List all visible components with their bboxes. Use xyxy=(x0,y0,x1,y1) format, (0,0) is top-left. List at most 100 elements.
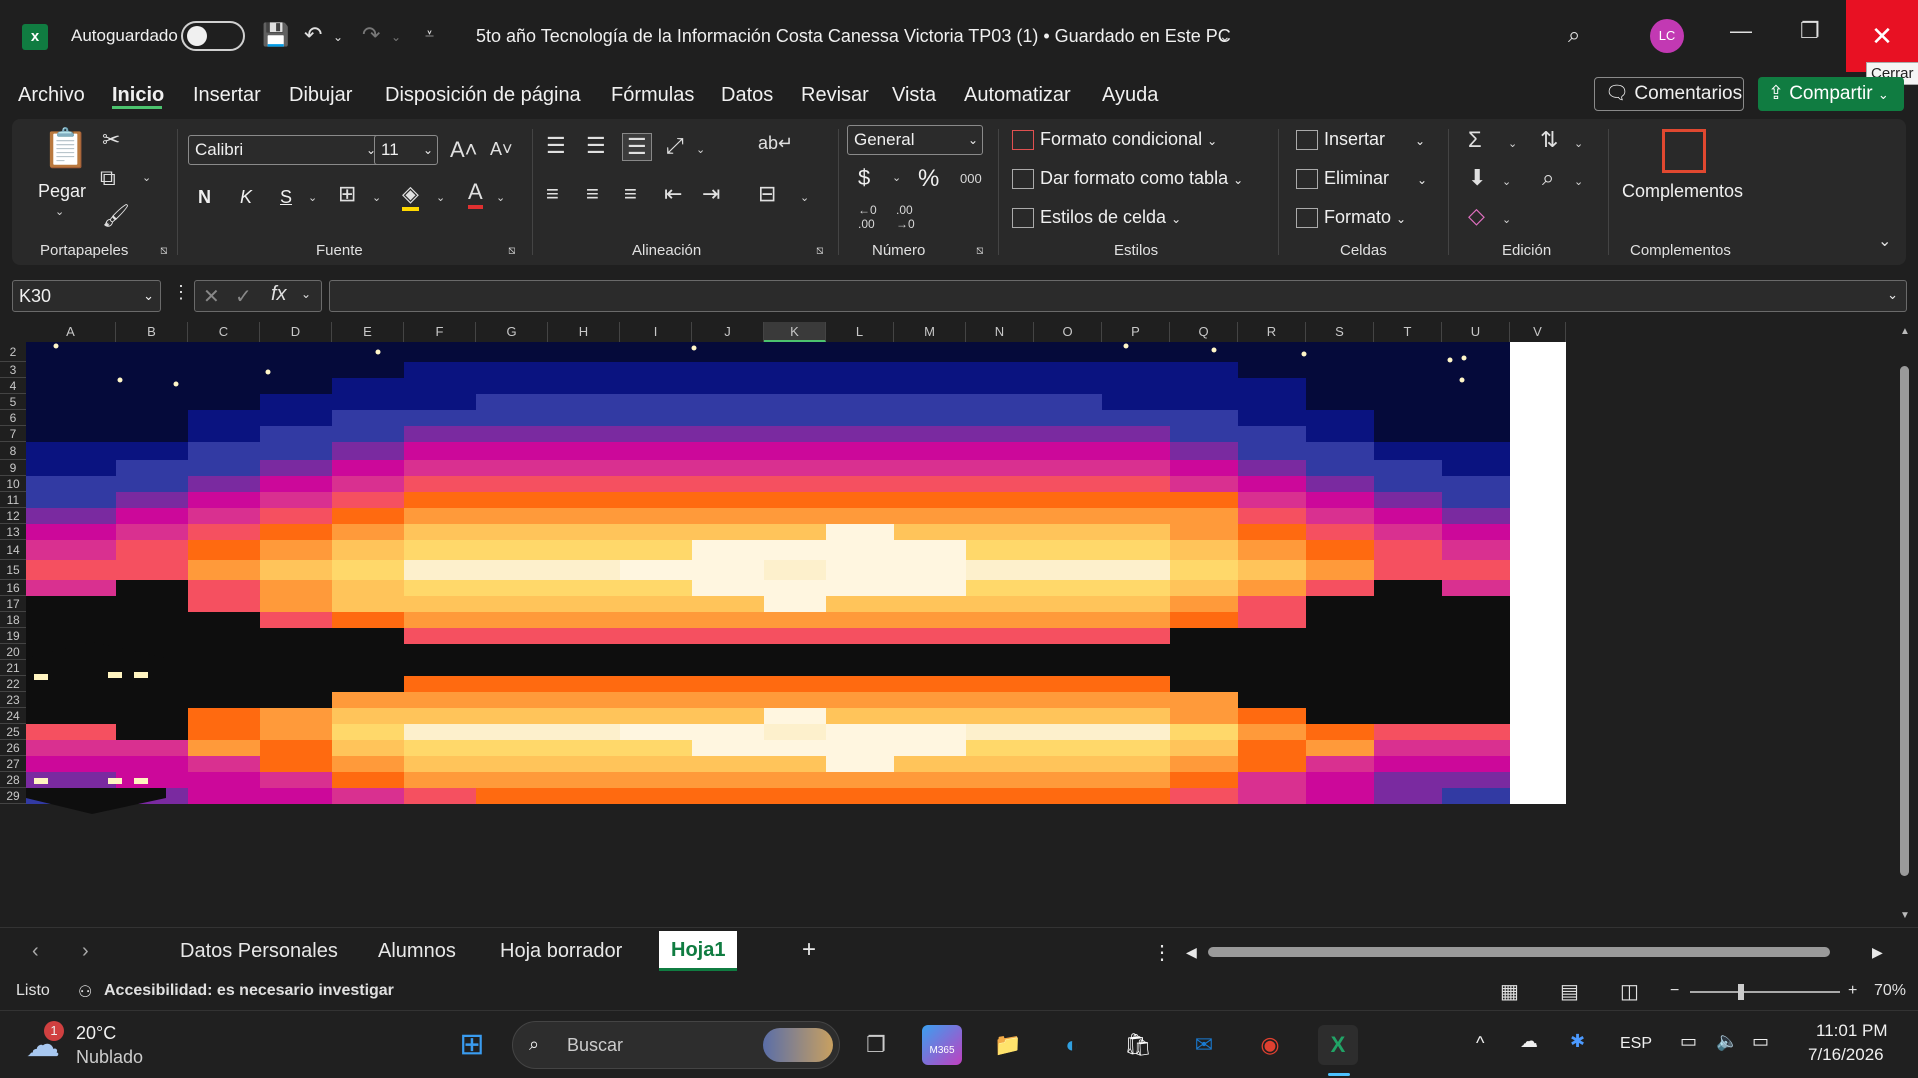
art-cell[interactable] xyxy=(548,660,620,676)
art-cell[interactable] xyxy=(26,460,116,476)
art-cell[interactable] xyxy=(548,508,620,524)
art-cell[interactable] xyxy=(1238,772,1306,788)
art-cell[interactable] xyxy=(332,460,404,476)
art-cell[interactable] xyxy=(26,362,116,378)
sort-dropdown-icon[interactable]: ⌄ xyxy=(1574,137,1583,150)
art-cell[interactable] xyxy=(1034,788,1102,804)
art-cell[interactable] xyxy=(188,476,260,492)
art-cell[interactable] xyxy=(260,644,332,660)
art-cell[interactable] xyxy=(26,508,116,524)
art-cell[interactable] xyxy=(1034,410,1102,426)
art-cell[interactable] xyxy=(188,410,260,426)
art-cell[interactable] xyxy=(1510,772,1566,788)
onedrive-icon[interactable]: ☁ xyxy=(1520,1031,1538,1052)
row-header[interactable]: 21 xyxy=(0,660,26,676)
art-cell[interactable] xyxy=(1374,724,1442,740)
art-cell[interactable] xyxy=(620,740,692,756)
row-header[interactable]: 15 xyxy=(0,560,26,580)
art-cell[interactable] xyxy=(404,692,476,708)
column-header[interactable]: M xyxy=(894,322,966,342)
art-cell[interactable] xyxy=(1034,772,1102,788)
art-cell[interactable] xyxy=(1102,476,1170,492)
art-cell[interactable] xyxy=(116,492,188,508)
art-cell[interactable] xyxy=(1374,524,1442,540)
art-cell[interactable] xyxy=(1306,342,1374,362)
art-cell[interactable] xyxy=(1306,740,1374,756)
art-cell[interactable] xyxy=(26,612,116,628)
find-dropdown-icon[interactable]: ⌄ xyxy=(1574,175,1583,188)
art-cell[interactable] xyxy=(1374,692,1442,708)
autosum-icon[interactable]: Σ xyxy=(1468,127,1482,153)
art-cell[interactable] xyxy=(1102,772,1170,788)
art-cell[interactable] xyxy=(1374,476,1442,492)
art-cell[interactable] xyxy=(692,660,764,676)
art-cell[interactable] xyxy=(188,708,260,724)
zoom-level[interactable]: 70% xyxy=(1874,982,1906,1000)
art-cell[interactable] xyxy=(260,410,332,426)
art-cell[interactable] xyxy=(620,772,692,788)
row-header[interactable]: 14 xyxy=(0,540,26,560)
art-cell[interactable] xyxy=(1170,612,1238,628)
row-header[interactable]: 29 xyxy=(0,788,26,804)
art-cell[interactable] xyxy=(260,394,332,410)
art-cell[interactable] xyxy=(826,692,894,708)
art-cell[interactable] xyxy=(548,756,620,772)
art-cell[interactable] xyxy=(1034,660,1102,676)
add-sheet-icon[interactable]: + xyxy=(802,936,816,964)
art-cell[interactable] xyxy=(620,724,692,740)
art-cell[interactable] xyxy=(764,660,826,676)
art-cell[interactable] xyxy=(188,580,260,596)
fill-color-icon[interactable]: ◈ xyxy=(402,181,419,211)
art-cell[interactable] xyxy=(1102,560,1170,580)
art-cell[interactable] xyxy=(1170,676,1238,692)
art-cell[interactable] xyxy=(26,426,116,442)
art-cell[interactable] xyxy=(548,342,620,362)
art-cell[interactable] xyxy=(1510,378,1566,394)
art-cell[interactable] xyxy=(1170,756,1238,772)
art-cell[interactable] xyxy=(1510,596,1566,612)
clear-icon[interactable]: ◇ xyxy=(1468,203,1485,229)
art-cell[interactable] xyxy=(764,772,826,788)
art-cell[interactable] xyxy=(1442,740,1510,756)
art-cell[interactable] xyxy=(1034,560,1102,580)
column-header[interactable]: T xyxy=(1374,322,1442,342)
art-cell[interactable] xyxy=(620,628,692,644)
art-cell[interactable] xyxy=(476,410,548,426)
column-header[interactable]: C xyxy=(188,322,260,342)
art-cell[interactable] xyxy=(188,426,260,442)
art-cell[interactable] xyxy=(1170,660,1238,676)
art-cell[interactable] xyxy=(1510,540,1566,560)
cell-styles-button[interactable]: Estilos de celda ⌄ xyxy=(1012,207,1181,229)
art-cell[interactable] xyxy=(692,362,764,378)
art-cell[interactable] xyxy=(764,492,826,508)
art-cell[interactable] xyxy=(26,476,116,492)
alignment-launcher-icon[interactable]: ⧅ xyxy=(816,243,824,258)
art-cell[interactable] xyxy=(116,708,188,724)
decrease-decimal-icon[interactable]: .00 →0 xyxy=(896,203,915,231)
art-cell[interactable] xyxy=(894,788,966,804)
zoom-slider[interactable] xyxy=(1690,984,1840,1000)
art-cell[interactable] xyxy=(548,540,620,560)
art-cell[interactable] xyxy=(188,342,260,362)
art-cell[interactable] xyxy=(260,612,332,628)
art-cell[interactable] xyxy=(620,378,692,394)
art-cell[interactable] xyxy=(692,788,764,804)
art-cell[interactable] xyxy=(548,788,620,804)
art-cell[interactable] xyxy=(1034,724,1102,740)
art-cell[interactable] xyxy=(692,756,764,772)
art-cell[interactable] xyxy=(764,394,826,410)
tab-vista[interactable]: Vista xyxy=(892,84,936,107)
art-cell[interactable] xyxy=(332,476,404,492)
art-cell[interactable] xyxy=(476,788,548,804)
art-cell[interactable] xyxy=(1238,540,1306,560)
art-cell[interactable] xyxy=(1102,692,1170,708)
art-cell[interactable] xyxy=(620,708,692,724)
art-cell[interactable] xyxy=(404,580,476,596)
art-cell[interactable] xyxy=(1102,740,1170,756)
art-cell[interactable] xyxy=(966,426,1034,442)
art-cell[interactable] xyxy=(1238,628,1306,644)
art-cell[interactable] xyxy=(260,580,332,596)
art-cell[interactable] xyxy=(620,342,692,362)
art-cell[interactable] xyxy=(1442,676,1510,692)
art-cell[interactable] xyxy=(692,628,764,644)
